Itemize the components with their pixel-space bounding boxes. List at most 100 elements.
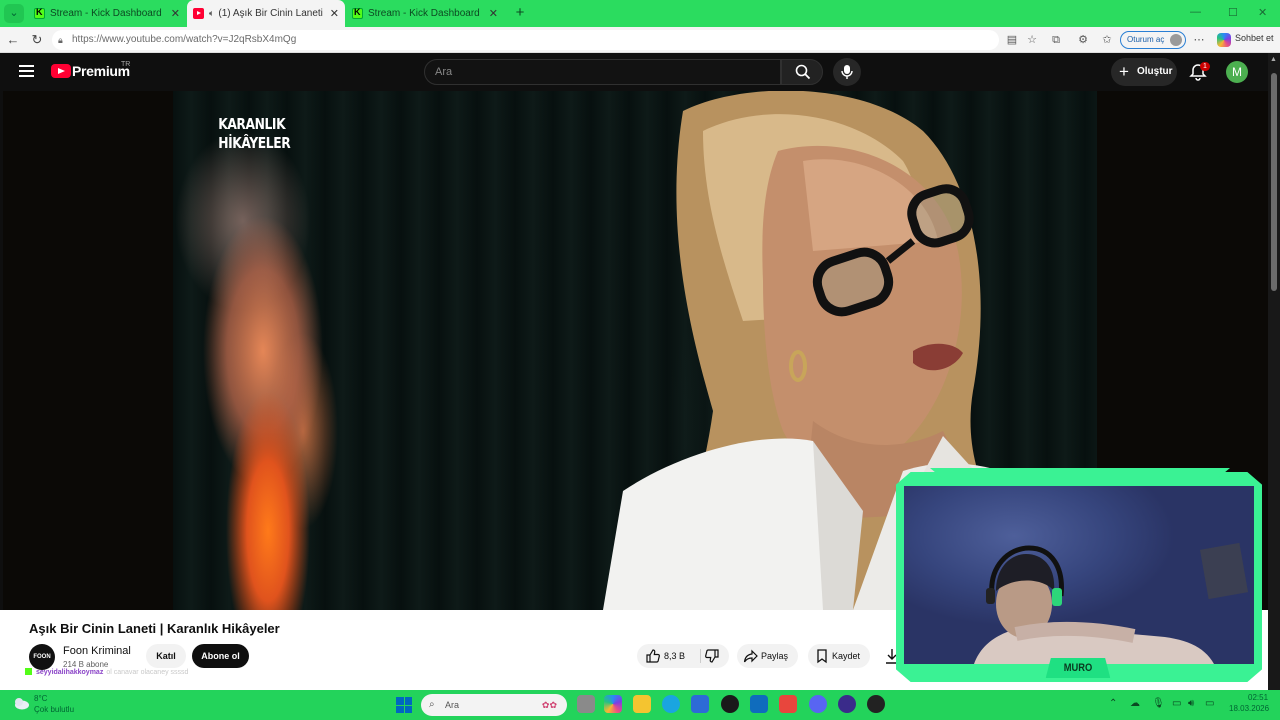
- webcam-overlay: MURO: [890, 468, 1268, 690]
- volume-icon[interactable]: 🔊︎: [1188, 698, 1194, 709]
- clock-date[interactable]: 18.03.2026: [1229, 704, 1269, 713]
- site-info-icon[interactable]: 🔒︎: [58, 30, 63, 50]
- new-tab-button[interactable]: +: [511, 4, 529, 22]
- orange-smoke-graphic: [173, 131, 373, 610]
- weather-temperature[interactable]: 8°C: [34, 694, 47, 703]
- menu-icon[interactable]: [19, 65, 34, 77]
- favorite-star-icon[interactable]: ☆: [1025, 33, 1039, 47]
- dislike-icon[interactable]: [704, 648, 720, 664]
- maximize-icon[interactable]: ☐: [1228, 6, 1238, 19]
- notification-count-badge: 1: [1200, 62, 1210, 71]
- like-count[interactable]: 8,3 B: [664, 644, 685, 668]
- save-button[interactable]: Kaydet: [808, 644, 871, 668]
- more-options-icon[interactable]: ⋯: [1192, 33, 1206, 47]
- windows-start-icon[interactable]: [396, 697, 412, 713]
- discord-icon[interactable]: [809, 695, 827, 713]
- microphone-icon: [841, 65, 853, 79]
- file-explorer-icon[interactable]: [633, 695, 651, 713]
- tab-list-dropdown[interactable]: ⌄: [4, 4, 24, 23]
- region-code: TR: [121, 61, 131, 68]
- channel-avatar[interactable]: FOON: [29, 644, 55, 670]
- minimize-icon[interactable]: —: [1190, 6, 1201, 18]
- clock-time[interactable]: 02:51: [1248, 693, 1268, 702]
- network-icon[interactable]: ▭: [1172, 698, 1181, 709]
- close-icon[interactable]: ✕: [171, 7, 180, 20]
- kick-icon: [34, 7, 45, 19]
- url-field[interactable]: 🔒︎ https://www.youtube.com/watch?v=J2qRs…: [52, 30, 999, 50]
- like-divider: [700, 649, 701, 663]
- cloudy-weather-icon[interactable]: [12, 696, 30, 710]
- tab-youtube-video[interactable]: 🔈︎ (1) Aşık Bir Cinin Laneti | Kara ✕: [187, 0, 345, 27]
- reload-icon[interactable]: ↻: [29, 32, 45, 48]
- youtube-logo-icon[interactable]: [51, 64, 71, 78]
- bookmark-icon: [817, 649, 827, 664]
- close-icon[interactable]: ✕: [330, 7, 339, 20]
- like-dislike-group: 8,3 B: [637, 644, 729, 668]
- edge-browser-icon[interactable]: [662, 695, 680, 713]
- extensions-icon[interactable]: ⚙: [1076, 33, 1090, 47]
- url-text: https://www.youtube.com/watch?v=J2qRsbX4…: [72, 34, 297, 45]
- search-placeholder: Ara: [435, 66, 453, 78]
- xbox-icon[interactable]: [721, 695, 739, 713]
- tab-kick-dashboard-2[interactable]: Stream - Kick Dashboard ✕: [346, 0, 504, 27]
- kick-icon: [25, 668, 32, 675]
- youtube-icon: [193, 8, 204, 19]
- plus-icon: +: [1119, 62, 1129, 81]
- like-icon[interactable]: [645, 648, 661, 664]
- voice-search-button[interactable]: [833, 58, 861, 86]
- stream-chat-overlay: seyyidalihakkoymaz ol canavar olacaney ss…: [25, 668, 188, 676]
- tab-kick-dashboard-1[interactable]: Stream - Kick Dashboard ✕: [28, 0, 186, 27]
- chat-message: ol canavar olacaney ssssd: [106, 669, 189, 676]
- copilot-icon[interactable]: [1217, 33, 1231, 47]
- tray-app-icon[interactable]: ☁: [1130, 698, 1140, 709]
- taskbar-search[interactable]: ⌕ Ara ✿✿: [421, 694, 567, 716]
- scrollbar-thumb[interactable]: [1271, 73, 1277, 291]
- tray-overflow-icon[interactable]: ⌃: [1109, 698, 1117, 709]
- chrome-icon[interactable]: [867, 695, 885, 713]
- share-label: Paylaş: [761, 651, 789, 661]
- tab-title: (1) Aşık Bir Cinin Laneti | Kara: [218, 8, 325, 19]
- account-avatar[interactable]: M: [1226, 61, 1248, 83]
- window-close-icon[interactable]: ✕: [1258, 6, 1267, 19]
- search-button[interactable]: [781, 59, 823, 85]
- microphone-tray-icon[interactable]: 🎙︎: [1152, 698, 1165, 709]
- close-icon[interactable]: ✕: [489, 7, 498, 20]
- windows-taskbar: 8°C Çok bulutlu ⌕ Ara ✿✿ ⌃ ☁ 🎙︎ ▭ 🔊︎ ▭ 0…: [0, 690, 1280, 720]
- split-screen-icon[interactable]: ⧉: [1049, 33, 1063, 47]
- store-icon[interactable]: [691, 695, 709, 713]
- letterbox-left: [3, 91, 173, 610]
- battery-icon[interactable]: ▭: [1205, 698, 1214, 709]
- share-button[interactable]: Paylaş: [737, 644, 799, 668]
- save-label: Kaydet: [832, 651, 861, 661]
- youtube-header: Premium TR Ara + Oluştur 1 M: [0, 53, 1268, 91]
- reader-mode-icon[interactable]: ▤: [1005, 33, 1019, 47]
- outlook-icon[interactable]: [750, 695, 768, 713]
- speaker-icon[interactable]: 🔈︎: [209, 8, 214, 19]
- browser-tab-strip: ⌄ Stream - Kick Dashboard ✕ 🔈︎ (1) Aşık …: [0, 0, 1280, 27]
- signin-label: Oturum aç: [1127, 35, 1165, 44]
- back-icon[interactable]: ←: [5, 32, 21, 48]
- address-bar-row: ← ↻ 🔒︎ https://www.youtube.com/watch?v=J…: [0, 27, 1280, 53]
- page-scrollbar[interactable]: ▲: [1268, 53, 1280, 690]
- channel-name[interactable]: Foon Kriminal: [63, 645, 131, 657]
- streamer-figure: [974, 542, 1249, 664]
- signin-button[interactable]: Oturum aç: [1120, 31, 1186, 49]
- join-button[interactable]: Katıl: [146, 644, 186, 668]
- search-input[interactable]: Ara: [424, 59, 781, 85]
- copilot-chat-label[interactable]: Sohbet et: [1235, 33, 1274, 43]
- video-title: Aşık Bir Cinin Laneti | Karanlık Hikâyel…: [29, 621, 280, 636]
- copilot-taskbar-icon[interactable]: [604, 695, 622, 713]
- tab-title: Stream - Kick Dashboard: [50, 8, 162, 19]
- create-button[interactable]: + Oluştur: [1111, 58, 1177, 86]
- scroll-up-icon[interactable]: ▲: [1270, 56, 1277, 63]
- tab-title: Stream - Kick Dashboard: [368, 8, 480, 19]
- weather-description[interactable]: Çok bulutlu: [34, 705, 74, 714]
- taskbar-search-placeholder: Ara: [445, 700, 460, 710]
- profile-avatar-icon: [1170, 34, 1182, 46]
- kick-icon: [352, 7, 363, 19]
- app-icon[interactable]: [779, 695, 797, 713]
- obs-icon[interactable]: [838, 695, 856, 713]
- task-view-icon[interactable]: [577, 695, 595, 713]
- subscribe-button[interactable]: Abone ol: [192, 644, 249, 668]
- favorites-icon[interactable]: ✩: [1100, 33, 1114, 47]
